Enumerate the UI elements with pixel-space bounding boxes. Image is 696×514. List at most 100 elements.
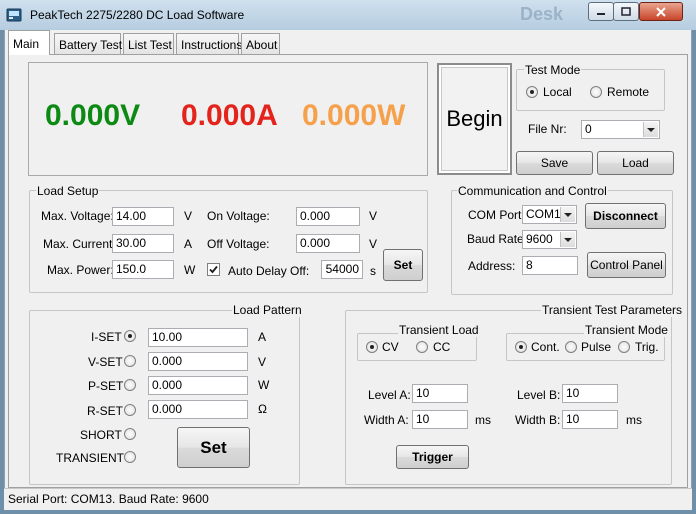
power-readout: 0.000W <box>302 99 406 132</box>
max-voltage-input[interactable]: 14.00 <box>112 207 174 226</box>
width-a-input[interactable]: 10 <box>412 410 468 429</box>
trig-radio[interactable] <box>618 341 630 353</box>
width-b-unit: ms <box>626 413 642 427</box>
pset-input[interactable]: 0.000 <box>148 376 248 395</box>
width-a-label: Width A: <box>364 413 409 427</box>
level-b-input[interactable]: 10 <box>562 384 618 403</box>
app-icon <box>6 8 22 22</box>
max-power-label: Max. Power: <box>47 263 114 277</box>
vset-input[interactable]: 0.000 <box>148 352 248 371</box>
iset-label: I-SET <box>91 330 122 344</box>
remote-label: Remote <box>607 85 650 99</box>
com-port-select[interactable]: COM13 <box>522 205 577 224</box>
pset-unit: W <box>258 378 270 392</box>
window-title: PeakTech 2275/2280 DC Load Software <box>30 8 245 22</box>
vset-radio[interactable] <box>124 355 136 367</box>
tab-battery-test[interactable]: Battery Test <box>54 33 122 54</box>
iset-radio[interactable] <box>124 330 136 342</box>
rset-input[interactable]: 0.000 <box>148 400 248 419</box>
control-panel-button[interactable]: Control Panel <box>587 252 666 278</box>
disconnect-button[interactable]: Disconnect <box>585 203 666 229</box>
max-voltage-unit: V <box>184 209 193 223</box>
auto-delay-unit: s <box>370 264 376 278</box>
tab-main[interactable]: Main <box>8 30 50 55</box>
on-voltage-label: On Voltage: <box>207 209 270 223</box>
minimize-button[interactable] <box>588 2 614 21</box>
off-voltage-unit: V <box>369 237 378 251</box>
rset-label: R-SET <box>87 404 123 418</box>
tab-list-test[interactable]: List Test <box>123 33 174 54</box>
local-radio[interactable] <box>526 86 538 98</box>
max-current-input[interactable]: 30.00 <box>112 234 174 253</box>
chevron-down-icon[interactable] <box>643 122 658 137</box>
address-input[interactable]: 8 <box>522 256 578 275</box>
off-voltage-label: Off Voltage: <box>207 237 270 251</box>
iset-unit: A <box>258 330 267 344</box>
iset-input[interactable]: 10.00 <box>148 328 248 347</box>
on-voltage-input[interactable]: 0.000 <box>296 207 360 226</box>
auto-delay-label: Auto Delay Off: <box>228 264 310 278</box>
maximize-button[interactable] <box>613 2 639 21</box>
auto-delay-input[interactable]: 54000 <box>321 260 363 279</box>
tab-instructions[interactable]: Instructions <box>176 33 242 54</box>
test-mode-title: Test Mode <box>524 63 582 77</box>
trigger-button[interactable]: Trigger <box>396 445 469 469</box>
chevron-down-icon[interactable] <box>560 207 575 222</box>
close-button[interactable] <box>639 2 683 21</box>
minimize-icon <box>597 12 605 15</box>
baud-rate-select[interactable]: 9600 <box>522 230 577 249</box>
maximize-icon <box>621 7 631 16</box>
cont-radio[interactable] <box>515 341 527 353</box>
file-nr-label: File Nr: <box>528 122 567 136</box>
com-port-label: COM Port: <box>468 208 525 222</box>
short-label: SHORT <box>80 428 122 442</box>
transient-label: TRANSIENT <box>56 451 125 465</box>
level-a-input[interactable]: 10 <box>412 384 468 403</box>
load-setup-set-button[interactable]: Set <box>383 249 423 281</box>
tab-about[interactable]: About <box>241 33 280 54</box>
rset-radio[interactable] <box>124 404 136 416</box>
begin-button[interactable]: Begin <box>437 63 512 175</box>
auto-delay-checkbox[interactable] <box>207 263 220 276</box>
pset-radio[interactable] <box>124 379 136 391</box>
on-voltage-unit: V <box>369 209 378 223</box>
load-pattern-set-button[interactable]: Set <box>177 427 250 468</box>
max-current-unit: A <box>184 237 193 251</box>
cv-radio[interactable] <box>366 341 378 353</box>
baud-rate-value: 9600 <box>526 232 553 246</box>
background-text: Desk <box>520 4 564 24</box>
status-bar: Serial Port: COM13. Baud Rate: 9600 <box>4 488 692 510</box>
file-nr-select[interactable]: 0 <box>581 120 660 139</box>
transient-radio[interactable] <box>124 451 136 463</box>
cc-radio[interactable] <box>416 341 428 353</box>
save-button[interactable]: Save <box>516 151 593 175</box>
chevron-down-icon[interactable] <box>560 232 575 247</box>
pulse-radio[interactable] <box>565 341 577 353</box>
level-b-label: Level B: <box>517 388 561 402</box>
cont-label: Cont. <box>531 340 560 354</box>
load-button[interactable]: Load <box>597 151 674 175</box>
local-label: Local <box>543 85 572 99</box>
trig-label: Trig. <box>635 340 659 354</box>
communication-title: Communication and Control <box>457 184 608 198</box>
width-b-input[interactable]: 10 <box>562 410 618 429</box>
remote-radio[interactable] <box>590 86 602 98</box>
cv-label: CV <box>382 340 399 354</box>
pset-label: P-SET <box>88 379 124 393</box>
max-voltage-label: Max. Voltage: <box>41 209 114 223</box>
level-a-label: Level A: <box>368 388 411 402</box>
checkmark-icon <box>209 265 218 274</box>
transient-load-title: Transient Load <box>398 323 480 337</box>
file-nr-value: 0 <box>585 122 592 136</box>
width-a-unit: ms <box>475 413 491 427</box>
load-pattern-title: Load Pattern <box>232 303 303 317</box>
off-voltage-input[interactable]: 0.000 <box>296 234 360 253</box>
vset-label: V-SET <box>88 355 123 369</box>
short-radio[interactable] <box>124 428 136 440</box>
rset-unit: Ω <box>258 402 267 416</box>
baud-rate-label: Baud Rate: <box>467 232 528 246</box>
load-setup-title: Load Setup <box>36 184 100 198</box>
max-power-input[interactable]: 150.0 <box>112 260 174 279</box>
close-icon <box>656 6 666 17</box>
current-readout: 0.000A <box>181 99 278 132</box>
